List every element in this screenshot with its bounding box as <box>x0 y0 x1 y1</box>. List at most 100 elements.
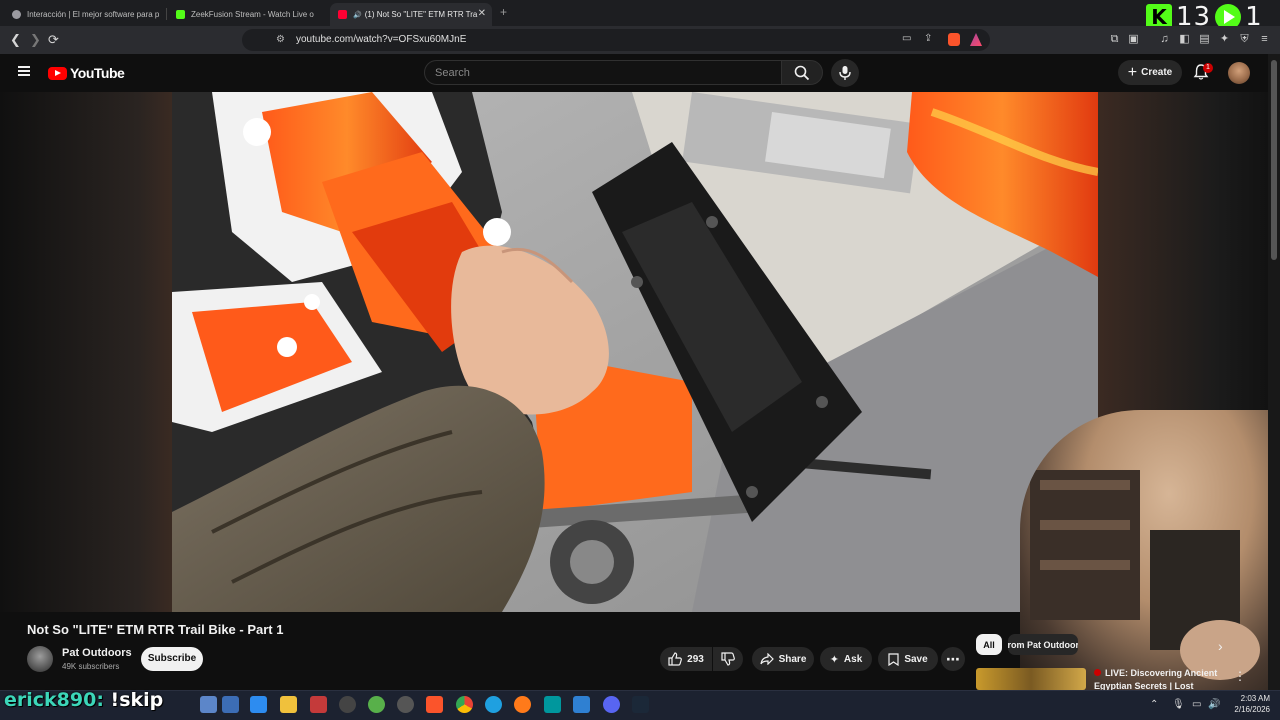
wallet-icon[interactable]: ▤ <box>1198 33 1211 46</box>
recommendation-menu-icon[interactable]: ⋮ <box>1234 669 1246 683</box>
share-arrow-icon <box>759 653 774 665</box>
cast-icon[interactable]: ▭ <box>902 33 911 44</box>
youtube-logo[interactable]: YouTube <box>48 65 125 81</box>
address-toolbar: ❮ ❯ ⟳ 🔖 ⚙ youtube.com/watch?v=OFSxu60MJn… <box>0 26 1280 54</box>
clock-time: 2:03 AM <box>1240 694 1270 703</box>
tray-chevron-icon[interactable]: ⌃ <box>1150 699 1158 710</box>
share-button[interactable]: Share <box>752 647 814 671</box>
site-info-icon[interactable]: ⚙ <box>276 34 285 45</box>
channel-avatar[interactable] <box>27 646 53 672</box>
account-avatar[interactable] <box>1228 62 1250 84</box>
tab-youtube-video[interactable]: 🔊 (1) Not So "LITE" ETM RTR Tra ✕ <box>330 3 492 26</box>
app-icon[interactable] <box>222 696 239 713</box>
search-field[interactable] <box>424 60 782 85</box>
search-input[interactable] <box>425 61 781 84</box>
tab-title: Interacción | El mejor software para p <box>27 10 160 19</box>
youtube-masthead: YouTube + Create <box>0 54 1268 92</box>
recommendation-title-text: LIVE: Discovering Ancient <box>1105 668 1218 678</box>
url-text[interactable]: youtube.com/watch?v=OFSxu60MJnE <box>296 34 466 45</box>
brave-rewards-icon[interactable] <box>970 33 982 46</box>
edge-icon[interactable] <box>485 696 502 713</box>
ask-label: Ask <box>843 653 863 665</box>
forward-icon[interactable]: ❯ <box>30 32 41 48</box>
network-icon[interactable]: ▭ <box>1192 699 1201 710</box>
like-count: 293 <box>687 653 704 665</box>
guide-menu-icon[interactable] <box>18 66 30 76</box>
share-page-icon[interactable]: ⇪ <box>924 33 932 44</box>
subscribe-button[interactable]: Subscribe <box>141 647 203 671</box>
tab-zeekfusion[interactable]: ZeekFusion Stream - Watch Live o <box>168 3 326 26</box>
chrome-icon[interactable] <box>456 696 473 713</box>
task-view-icon[interactable] <box>200 696 217 713</box>
microphone-tray-icon[interactable]: 🎙 <box>1172 699 1185 710</box>
back-icon[interactable]: ❮ <box>10 32 21 48</box>
recommendation-thumbnail[interactable] <box>976 668 1086 690</box>
plus-icon: + <box>1127 63 1138 81</box>
recommendation-title[interactable]: LIVE: Discovering Ancient <box>1094 668 1217 678</box>
create-button[interactable]: + Create <box>1118 60 1182 85</box>
system-clock[interactable]: 2:03 AM 2/16/2026 <box>1226 693 1270 715</box>
close-tab-icon[interactable]: ✕ <box>478 8 486 19</box>
file-explorer-icon[interactable] <box>280 696 297 713</box>
shield-app-icon[interactable] <box>368 696 385 713</box>
search-icon <box>794 65 810 81</box>
dislike-button[interactable] <box>713 647 743 671</box>
scrollbar-thumb[interactable] <box>1271 60 1277 260</box>
arduino-icon[interactable] <box>544 696 561 713</box>
video-title: Not So "LITE" ETM RTR Trail Bike - Part … <box>27 622 284 637</box>
share-label: Share <box>778 653 807 665</box>
youtube-logo-text: YouTube <box>70 65 125 81</box>
youtube-play-icon <box>48 66 67 80</box>
page-scrollbar[interactable] <box>1268 54 1280 690</box>
thumbs-up-icon <box>668 652 683 666</box>
tab-interaccion[interactable]: Interacción | El mejor software para p <box>4 3 162 26</box>
channel-name[interactable]: Pat Outdoors <box>62 647 132 659</box>
video-player[interactable] <box>172 92 1098 612</box>
brave-shields-icon[interactable] <box>948 33 960 46</box>
screenshot-icon[interactable]: ▣ <box>1127 33 1140 46</box>
like-button[interactable]: 293 <box>660 647 712 671</box>
chip-from-channel[interactable]: From Pat Outdoors <box>1008 634 1078 655</box>
save-button[interactable]: Save <box>878 647 938 671</box>
sidebar-icon[interactable]: ◧ <box>1178 33 1191 46</box>
tab-strip: Interacción | El mejor software para p Z… <box>0 0 1280 26</box>
stream-chat-message: erick890: !skip <box>4 689 163 711</box>
menu-icon[interactable]: ≡ <box>1258 33 1271 46</box>
tab-title: ZeekFusion Stream - Watch Live o <box>191 10 314 19</box>
chip-all[interactable]: All <box>976 634 1002 655</box>
sparkle-icon: ✦ <box>829 653 839 666</box>
tab-divider <box>166 8 167 20</box>
recommendation-title-line2[interactable]: Egyptian Secrets | Lost <box>1094 681 1194 690</box>
obs-icon[interactable] <box>397 696 414 713</box>
steam-icon[interactable] <box>632 696 649 713</box>
more-actions-button[interactable]: ⋯ <box>941 647 965 671</box>
media-icon[interactable]: ♫ <box>1158 33 1171 46</box>
vscode-icon[interactable] <box>573 696 590 713</box>
chevron-right-icon[interactable]: › <box>1218 638 1223 654</box>
clock-app-icon[interactable] <box>339 696 356 713</box>
remote-desktop-icon[interactable] <box>250 696 267 713</box>
voice-search-button[interactable] <box>831 59 859 87</box>
ask-button[interactable]: ✦ Ask <box>820 647 872 671</box>
ambient-glow-left <box>0 92 172 612</box>
subscriber-count: 49K subscribers <box>62 662 120 671</box>
app-notes-icon[interactable] <box>310 696 327 713</box>
new-tab-button[interactable]: + <box>500 5 507 19</box>
youtube-favicon-icon <box>338 10 347 19</box>
volume-icon[interactable]: 🔊 <box>1208 699 1220 710</box>
vpn-icon[interactable]: ⛨ <box>1238 33 1251 46</box>
discord-icon[interactable] <box>603 696 620 713</box>
microphone-icon <box>839 66 851 80</box>
video-frame-image <box>172 92 1098 612</box>
bookmark-save-icon <box>888 652 899 666</box>
speaker-icon: 🔊 <box>353 11 362 19</box>
brave-browser-icon[interactable] <box>426 696 443 713</box>
notification-badge: 1 <box>1203 63 1213 73</box>
url-bar[interactable]: ⚙ youtube.com/watch?v=OFSxu60MJnE ▭ ⇪ <box>242 29 990 51</box>
reload-icon[interactable]: ⟳ <box>48 32 59 48</box>
firefox-icon[interactable] <box>514 696 531 713</box>
chat-username: erick890: <box>4 689 104 711</box>
search-button[interactable] <box>781 60 823 85</box>
leo-ai-icon[interactable]: ✦ <box>1218 33 1231 46</box>
extensions-icon[interactable]: ⧉ <box>1108 33 1121 46</box>
